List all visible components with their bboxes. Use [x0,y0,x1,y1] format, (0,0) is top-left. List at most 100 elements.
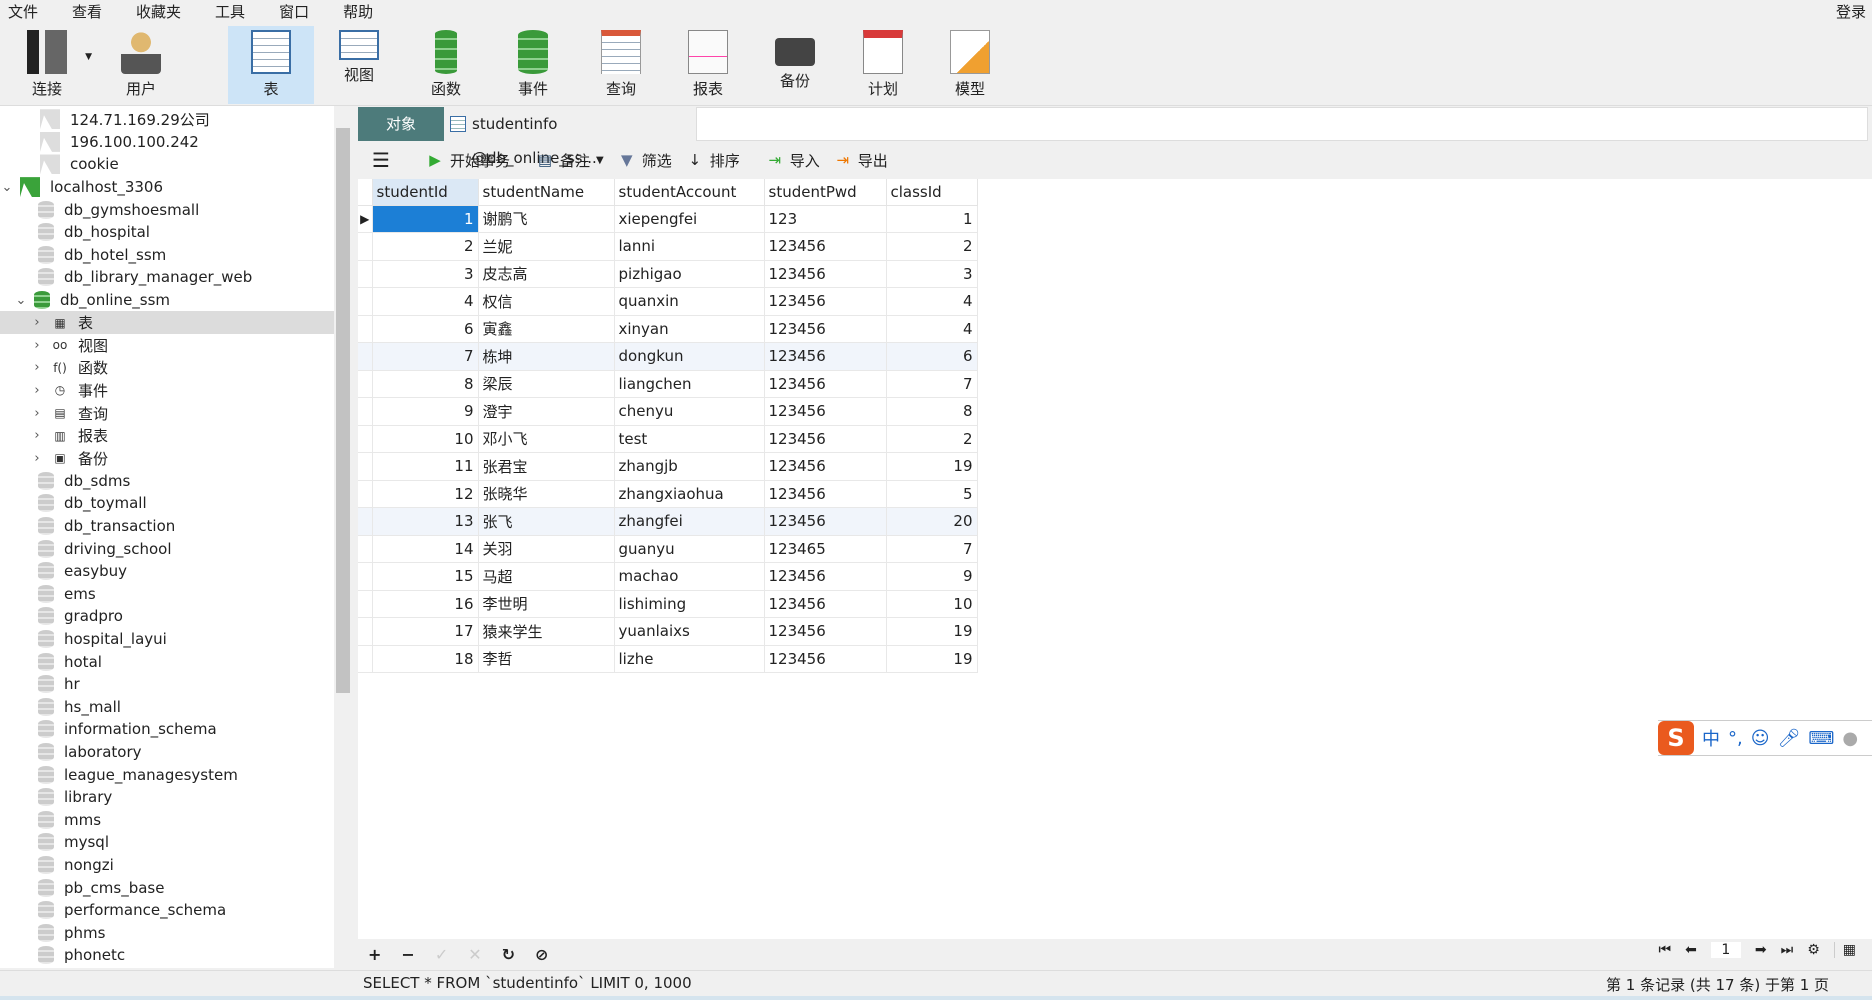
cell-studentAccount[interactable]: guanyu [614,535,765,563]
table-row[interactable]: 9 澄宇 chenyu 123456 8 [358,397,978,426]
cell-studentAccount[interactable]: lanni [614,232,765,261]
cell-studentId[interactable]: 9 [372,397,479,426]
tree-connection[interactable]: ⌄ localhost_3306 [0,176,334,199]
table-row[interactable]: 16 李世明 lishiming 123456 10 [358,590,978,618]
last-page-icon[interactable]: ⏭ [1781,942,1794,958]
tree-database[interactable]: gradpro [0,605,334,628]
chevron-icon[interactable]: ⌄ [14,293,28,308]
tree-database[interactable]: information_schema [0,718,334,741]
chevron-icon[interactable]: ⌄ [0,180,14,195]
login-link[interactable]: 登录 [1836,1,1866,22]
table-row[interactable]: ▶ 1 谢鹏飞 xiepengfei 123 1 [358,205,978,233]
cell-studentName[interactable]: 澄宇 [478,397,615,426]
menu-item[interactable]: 收藏夹 [136,1,181,22]
cell-classId[interactable]: 8 [886,397,978,426]
cell-studentAccount[interactable]: machao [614,562,765,591]
tree-database[interactable]: hr [0,673,334,696]
cell-studentName[interactable]: 张晓华 [478,480,615,508]
tree-database[interactable]: ems [0,583,334,606]
cell-classId[interactable]: 2 [886,232,978,261]
cell-studentId[interactable]: 16 [372,590,479,618]
cell-studentId[interactable]: 17 [372,617,479,646]
cell-studentAccount[interactable]: zhangfei [614,507,765,536]
tree-database[interactable]: laboratory [0,741,334,764]
cell-studentId[interactable]: 15 [372,562,479,591]
cell-studentAccount[interactable]: liangchen [614,370,765,398]
cell-studentPwd[interactable]: 123456 [764,507,887,536]
tree-database[interactable]: driving_school [0,537,334,560]
table-row[interactable]: 10 邓小飞 test 123456 2 [358,425,978,453]
microphone-icon[interactable]: 🎤︎ [1778,728,1801,749]
cell-studentPwd[interactable]: 123 [764,205,887,233]
dropdown-arrow-icon[interactable]: ▼ [85,52,92,62]
chevron-icon[interactable]: › [30,406,44,421]
punctuation-toggle[interactable]: °, [1728,728,1743,749]
tree-database[interactable]: phonetc [0,944,334,967]
cell-studentAccount[interactable]: lishiming [614,590,765,618]
tree-folder[interactable]: › ▣ 备份 [0,447,334,470]
import-button[interactable]: ⇥ 导入 [766,150,819,171]
tree-connection[interactable]: cookie [0,153,334,176]
menu-item[interactable]: 帮助 [343,1,373,22]
cell-studentPwd[interactable]: 123456 [764,232,887,261]
column-header-studentName[interactable]: studentName [478,179,615,206]
cell-studentId[interactable]: 13 [372,507,479,536]
table-row[interactable]: 18 李哲 lizhe 123456 19 [358,645,978,673]
gear-icon[interactable]: ⚙ [1807,942,1820,958]
menu-item[interactable]: 工具 [215,1,245,22]
table-row[interactable]: 14 关羽 guanyu 123465 7 [358,535,978,563]
add-record-button[interactable]: + [368,945,381,964]
table-row[interactable]: 11 张君宝 zhangjb 123456 19 [358,452,978,481]
toolbar-button-user[interactable]: 用户 [98,26,184,104]
cell-classId[interactable]: 19 [886,452,978,481]
toolbar-button-table[interactable]: 表 [228,26,314,104]
chevron-icon[interactable]: › [30,451,44,466]
cell-studentPwd[interactable]: 123465 [764,535,887,563]
tree-database[interactable]: mms [0,809,334,832]
cell-classId[interactable]: 19 [886,617,978,646]
cell-studentPwd[interactable]: 123456 [764,287,887,316]
delete-record-button[interactable]: − [401,945,414,964]
grid-view-icon[interactable]: ▦ [1833,942,1856,958]
cell-studentName[interactable]: 皮志高 [478,260,615,288]
next-page-icon[interactable]: ➡ [1755,942,1767,958]
cell-classId[interactable]: 7 [886,535,978,563]
cell-classId[interactable]: 3 [886,260,978,288]
cell-studentPwd[interactable]: 123456 [764,562,887,591]
chevron-icon[interactable]: › [30,338,44,353]
cell-studentAccount[interactable]: chenyu [614,397,765,426]
cell-studentName[interactable]: 关羽 [478,535,615,563]
cell-studentAccount[interactable]: quanxin [614,287,765,316]
cell-studentPwd[interactable]: 123456 [764,480,887,508]
tree-database[interactable]: league_managesystem [0,763,334,786]
tree-database[interactable]: db_toymall [0,492,334,515]
cell-studentPwd[interactable]: 123456 [764,370,887,398]
cell-studentAccount[interactable]: xiepengfei [614,205,765,233]
cell-studentName[interactable]: 张飞 [478,507,615,536]
cell-classId[interactable]: 2 [886,425,978,453]
toolbar-button-schedule[interactable]: 计划 [840,26,926,104]
cell-studentAccount[interactable]: dongkun [614,342,765,371]
cell-studentAccount[interactable]: pizhigao [614,260,765,288]
cell-studentPwd[interactable]: 123456 [764,425,887,453]
tree-folder[interactable]: › ▤ 查询 [0,402,334,425]
cell-studentId[interactable]: 12 [372,480,479,508]
filter-button[interactable]: ▼ 筛选 [618,150,672,171]
toolbar-button-backup[interactable]: 备份 [752,26,838,104]
cell-studentName[interactable]: 谢鹏飞 [478,205,615,233]
dropdown-arrow-icon[interactable]: ▼ [596,155,604,166]
column-header-studentId[interactable]: studentId [372,179,479,206]
tree-database[interactable]: library [0,786,334,809]
toolbar-button-model[interactable]: 模型 [927,26,1013,104]
tree-database[interactable]: hs_mall [0,696,334,719]
cell-studentAccount[interactable]: zhangjb [614,452,765,481]
cell-studentAccount[interactable]: lizhe [614,645,765,673]
refresh-button[interactable]: ↻ [502,945,515,964]
table-row[interactable]: 6 寅鑫 xinyan 123456 4 [358,315,978,343]
keyboard-icon[interactable]: ⌨ [1808,728,1834,749]
table-row[interactable]: 8 梁辰 liangchen 123456 7 [358,370,978,398]
tree-folder[interactable]: › ◷ 事件 [0,379,334,402]
toolbar-button-view[interactable]: 视图 [316,26,402,104]
page-number-field[interactable]: 1 [1710,942,1741,958]
tree-database[interactable]: pb_cms_base [0,876,334,899]
